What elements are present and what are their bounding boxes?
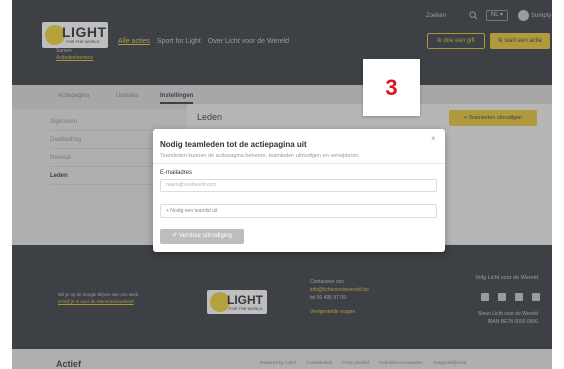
- divider: [153, 163, 445, 164]
- modal-description: Teamleden kunnen de actiepagina beheren,…: [160, 153, 360, 159]
- modal-title: Nodig teamleden tot de actiepagina uit: [160, 140, 307, 149]
- step-badge: 3: [363, 59, 420, 116]
- close-icon[interactable]: ×: [431, 134, 436, 143]
- email-field[interactable]: naam@voorbeeld.com: [160, 179, 437, 192]
- send-invitation-button[interactable]: ✐ Verstuur uitnodiging: [160, 229, 244, 244]
- add-invitee-button[interactable]: + Nodig een teamlid uit: [160, 204, 437, 218]
- invite-modal: Nodig teamleden tot de actiepagina uit ×…: [153, 129, 445, 252]
- email-label: E-mailadres: [160, 170, 193, 176]
